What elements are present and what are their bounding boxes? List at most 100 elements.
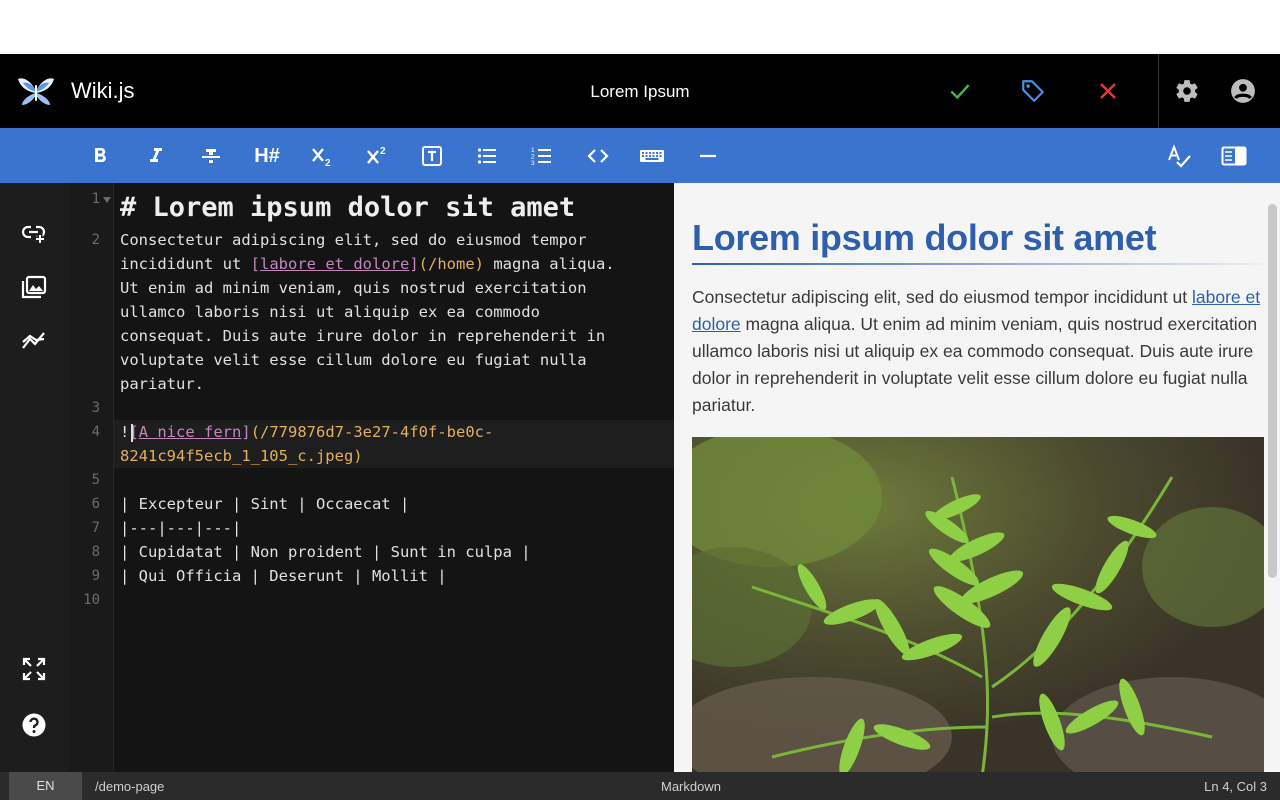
code-line: pariatur. [120,375,204,393]
editor-side-nav [0,183,69,772]
fullscreen-button[interactable] [20,655,48,683]
app-name[interactable]: Wiki.js [71,78,135,104]
md-bracket: [ [250,255,260,273]
line-number: 7 [91,520,100,536]
wikijs-logo-icon [16,71,56,111]
svg-text:3: 3 [531,160,535,167]
md-bracket: ] [409,255,419,273]
heading-button[interactable]: H# [252,142,282,170]
italic-button[interactable] [142,142,170,170]
account-icon [1231,79,1255,103]
insert-diagram-button[interactable] [20,327,48,355]
code-text: ! [120,423,130,441]
spellcheck-icon [1168,144,1191,168]
line-number: 5 [91,472,100,488]
preview-pane-icon [1221,146,1247,166]
code-line: Ut enim ad minim veniam, quis nostrud ex… [120,279,587,297]
code-line: ullamco laboris nisi ut aliquip ex ea co… [120,303,540,321]
language-badge[interactable]: EN [9,772,82,800]
code-line: incididunt ut [labore et dolore](/home) … [120,252,615,276]
superscript-icon: 2 [367,146,386,164]
close-editor-button[interactable] [1093,76,1123,106]
insert-link-button[interactable] [20,218,48,246]
save-button[interactable] [945,76,975,106]
help-button[interactable] [20,711,48,739]
code-line: |---|---|---| [120,519,242,537]
code-line-image: ![A nice fern](/779876d7-3e27-4f0f-be0c- [120,420,493,444]
fold-arrow-icon[interactable] [103,197,111,203]
preview-text: magna aliqua. Ut enim ad minim veniam, q… [692,314,1258,415]
numbered-list-icon: 123 [531,147,551,167]
horizontal-rule-button[interactable] [694,142,722,170]
code-text: incididunt ut [120,255,251,273]
line-number: 4 [91,424,100,440]
md-image-alt: A nice fern [138,423,242,441]
preview-paragraph: Consectetur adipiscing elit, sed do eius… [692,284,1272,419]
check-icon [950,84,970,100]
md-image-url: (/779876d7-3e27-4f0f-be0c- [250,423,494,441]
code-line: Consectetur adipiscing elit, sed do eius… [120,231,587,249]
code-line: consequat. Duis aute irure dolor in repr… [120,327,606,345]
preview-image-fern [692,437,1264,772]
text-box-icon [422,146,442,166]
browser-top-area [0,0,1280,54]
subscript-icon: 2 [312,148,331,169]
editor-mode: Markdown [661,779,721,794]
editor-toolbar: H# 2 2 123 [0,128,1280,183]
line-number: 10 [83,592,100,608]
inline-code-button[interactable] [584,142,612,170]
bold-button[interactable] [86,142,114,170]
code-line: | Qui Officia | Deserunt | Mollit | [120,567,447,585]
keyboard-icon [640,150,664,162]
preview-text: Consectetur adipiscing elit, sed do eius… [692,287,1192,307]
bold-icon [95,148,106,162]
insert-link-icon [21,225,46,244]
md-link-text: labore et dolore [260,255,410,273]
blockquote-button[interactable] [418,142,446,170]
bullet-list-icon [477,148,496,164]
properties-button[interactable] [1018,76,1048,106]
numbered-list-button[interactable]: 123 [528,142,556,170]
subscript-button[interactable]: 2 [308,142,336,170]
app-bar: Wiki.js Lorem Ipsum [0,54,1280,128]
line-number: 2 [91,232,100,248]
insert-assets-button[interactable] [20,273,48,301]
spellcheck-button[interactable] [1165,142,1193,170]
heading-icon: H# [254,144,280,167]
page-path: /demo-page [95,779,165,794]
appbar-divider [1158,54,1159,128]
gear-icon [1176,80,1198,102]
svg-text:2: 2 [380,146,386,157]
strikethrough-button[interactable] [197,142,225,170]
keyboard-button[interactable] [638,142,666,170]
help-icon [22,713,46,737]
md-link-url: (/home) [418,255,484,273]
toggle-preview-button[interactable] [1220,142,1248,170]
code-line: voluptate velit esse cillum dolore eu fu… [120,351,587,369]
line-number: 6 [91,496,100,512]
code-icon [587,149,609,163]
line-number: 1 [91,191,100,207]
code-line: | Excepteur | Sint | Occaecat | [120,495,410,513]
code-text: magna aliqua. [483,255,615,273]
account-button[interactable] [1228,76,1258,106]
strikethrough-icon [202,149,220,163]
settings-button[interactable] [1172,76,1202,106]
bullet-list-button[interactable] [473,142,501,170]
preview-scrollbar-thumb[interactable] [1268,204,1277,578]
italic-icon [150,148,162,162]
cursor-position: Ln 4, Col 3 [1204,779,1267,794]
superscript-button[interactable]: 2 [363,142,391,170]
line-number: 3 [91,400,100,416]
code-line-image-cont: 8241c94f5ecb_1_105_c.jpeg) [120,447,363,465]
preview-pane[interactable]: Lorem ipsum dolor sit amet Consectetur a… [674,183,1280,772]
tag-icon [1022,80,1044,102]
status-bar: EN /demo-page Markdown Ln 4, Col 3 [0,772,1280,800]
line-number: 9 [91,568,100,584]
minus-icon [700,154,716,158]
svg-text:2: 2 [325,158,331,169]
text-cursor [131,424,133,442]
page-title[interactable]: Lorem Ipsum [0,82,1280,102]
heading-underline [692,263,1262,265]
insert-assets-icon [21,275,47,299]
